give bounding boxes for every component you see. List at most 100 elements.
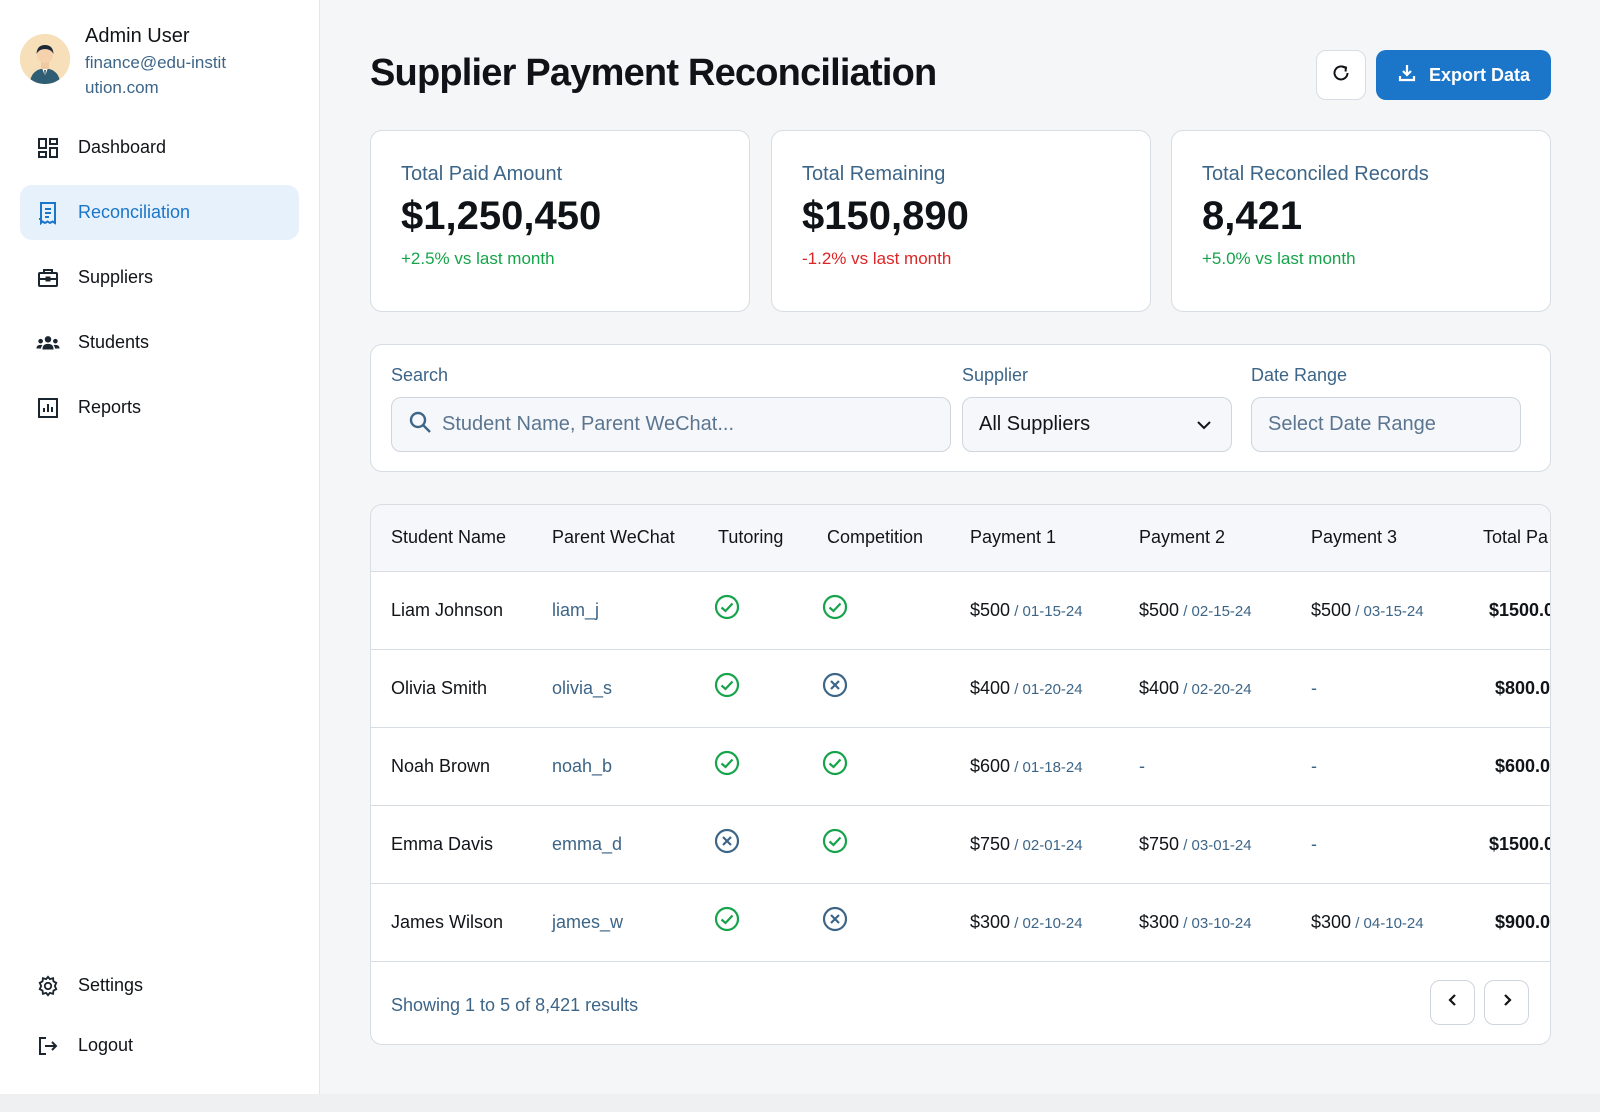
payment-1-cell: $750 / 02-01-24 [970, 834, 1083, 855]
payment-date: / 01-20-24 [1010, 681, 1083, 698]
stat-card-reconciled-records: Total Reconciled Records 8,421 +5.0% vs … [1171, 130, 1551, 312]
sidebar-item-settings[interactable]: Settings [20, 958, 299, 1013]
payment-date: / 01-15-24 [1010, 603, 1083, 620]
check-circle-icon [714, 672, 740, 703]
bar-chart-icon [36, 396, 60, 420]
payment-amount: $500 [970, 600, 1011, 620]
column-header-parent-wechat[interactable]: Parent WeChat [552, 527, 675, 548]
total-paid-cell: $1500.0 [1489, 834, 1551, 854]
x-circle-icon [822, 906, 848, 937]
table-row[interactable]: Olivia Smith olivia_s $400 / 01-20-24 $400 … [371, 650, 1550, 728]
student-name-cell: James Wilson [391, 912, 504, 932]
refresh-button[interactable] [1316, 50, 1366, 100]
column-header-student-name[interactable]: Student Name [391, 527, 506, 548]
payment-1-cell: $300 / 02-10-24 [970, 912, 1083, 933]
table-row[interactable]: James Wilson james_w $300 / 02-10-24 $300 /… [371, 884, 1550, 962]
parent-wechat-link[interactable]: james_w [552, 912, 623, 933]
sidebar-item-logout[interactable]: Logout [20, 1018, 299, 1073]
chevron-down-icon [1195, 416, 1213, 440]
stat-card-total-remaining: Total Remaining $150,890 -1.2% vs last m… [771, 130, 1151, 312]
payment-amount: $300 [1139, 912, 1180, 932]
payment-date: / 03-10-24 [1179, 915, 1252, 932]
export-label: Export Data [1428, 64, 1531, 85]
check-circle-icon [822, 750, 848, 781]
payment-amount: $500 [1139, 600, 1180, 620]
group-icon [36, 331, 60, 355]
total-paid-cell: $800.0 [1495, 678, 1551, 698]
payment-3-cell: - [1311, 678, 1317, 698]
stat-label: Total Reconciled Records [1202, 163, 1429, 185]
stat-value: $1,250,450 [401, 194, 602, 238]
stat-card-total-paid: Total Paid Amount $1,250,450 +2.5% vs la… [370, 130, 750, 312]
check-circle-icon [714, 594, 740, 625]
payment-amount: $400 [970, 678, 1011, 698]
payment-1-cell: $500 / 01-15-24 [970, 600, 1083, 621]
parent-wechat-link[interactable]: emma_d [552, 834, 622, 855]
payment-date: / 02-01-24 [1010, 837, 1083, 854]
payment-2-cell: $400 / 02-20-24 [1139, 678, 1252, 699]
gear-icon [36, 974, 60, 998]
sidebar-item-label: Students [78, 332, 150, 352]
payment-3-cell: $500 / 03-15-24 [1311, 600, 1424, 621]
sidebar-item-reports[interactable]: Reports [20, 380, 299, 435]
payment-date: / 02-20-24 [1179, 681, 1252, 698]
table-row[interactable]: Liam Johnson liam_j $500 / 01-15-24 $500 / … [371, 572, 1550, 650]
date-range-input[interactable]: Select Date Range [1251, 397, 1521, 452]
student-name-cell: Noah Brown [391, 756, 491, 776]
payment-date: / 02-10-24 [1010, 915, 1083, 932]
column-header-payment-1[interactable]: Payment 1 [970, 527, 1056, 548]
filter-panel: Search Student Name, Parent WeChat... Su… [370, 344, 1551, 472]
stat-value: $150,890 [802, 194, 969, 238]
check-circle-icon [822, 828, 848, 859]
column-header-payment-3[interactable]: Payment 3 [1311, 527, 1397, 548]
sidebar-item-dashboard[interactable]: Dashboard [20, 120, 299, 175]
stat-change: +2.5% vs last month [401, 249, 555, 268]
table-row[interactable]: Emma Davis emma_d $750 / 02-01-24 $750 / 03… [371, 806, 1550, 884]
payment-3-cell: $300 / 04-10-24 [1311, 912, 1424, 933]
user-name: Admin User [85, 25, 190, 47]
sidebar-item-label: Reports [78, 397, 142, 417]
refresh-icon [1331, 63, 1351, 88]
check-circle-icon [822, 594, 848, 625]
payment-3-cell: - [1311, 756, 1317, 776]
column-header-total-paid[interactable]: Total Pa [1483, 527, 1548, 548]
student-name-cell: Olivia Smith [391, 678, 488, 698]
payment-1-cell: $400 / 01-20-24 [970, 678, 1083, 699]
sidebar-item-label: Dashboard [78, 137, 167, 157]
avatar [20, 34, 70, 84]
parent-wechat-link[interactable]: liam_j [552, 600, 599, 621]
sidebar-item-label: Suppliers [78, 267, 154, 287]
export-data-button[interactable]: Export Data [1376, 50, 1551, 100]
column-header-payment-2[interactable]: Payment 2 [1139, 527, 1225, 548]
column-header-competition[interactable]: Competition [827, 527, 923, 548]
student-name-cell: Emma Davis [391, 834, 494, 854]
supplier-select[interactable]: All Suppliers [962, 397, 1232, 452]
chevron-right-icon [1499, 992, 1515, 1013]
sidebar-item-label: Settings [78, 975, 144, 995]
next-page-button[interactable] [1484, 980, 1529, 1025]
sidebar-item-reconciliation[interactable]: Reconciliation [20, 185, 299, 240]
download-icon [1397, 63, 1417, 88]
stat-change: +5.0% vs last month [1202, 249, 1356, 268]
stat-change: -1.2% vs last month [802, 249, 952, 268]
column-header-tutoring[interactable]: Tutoring [718, 527, 783, 548]
window-bottom-edge [0, 1094, 1600, 1112]
main-nav: Dashboard Reconciliation Suppliers Stude… [20, 120, 299, 445]
date-range-placeholder: Select Date Range [1268, 413, 1436, 435]
payment-amount: $750 [970, 834, 1011, 854]
search-input[interactable]: Student Name, Parent WeChat... [391, 397, 951, 452]
parent-wechat-link[interactable]: olivia_s [552, 678, 612, 699]
table-row[interactable]: Noah Brown noah_b $600 / 01-18-24 - - $600.0 [371, 728, 1550, 806]
stat-label: Total Remaining [802, 163, 946, 185]
user-profile[interactable]: Admin User finance@edu-institution.com [20, 22, 235, 100]
previous-page-button[interactable] [1430, 980, 1475, 1025]
payment-amount: $300 [970, 912, 1011, 932]
sidebar-item-suppliers[interactable]: Suppliers [20, 250, 299, 305]
parent-wechat-link[interactable]: noah_b [552, 756, 612, 777]
payment-amount: $500 [1311, 600, 1352, 620]
logout-icon [36, 1034, 60, 1058]
sidebar-item-students[interactable]: Students [20, 315, 299, 370]
sidebar-item-label: Logout [78, 1035, 134, 1055]
payment-date: / 04-10-24 [1351, 915, 1424, 932]
search-label: Search [391, 365, 449, 385]
